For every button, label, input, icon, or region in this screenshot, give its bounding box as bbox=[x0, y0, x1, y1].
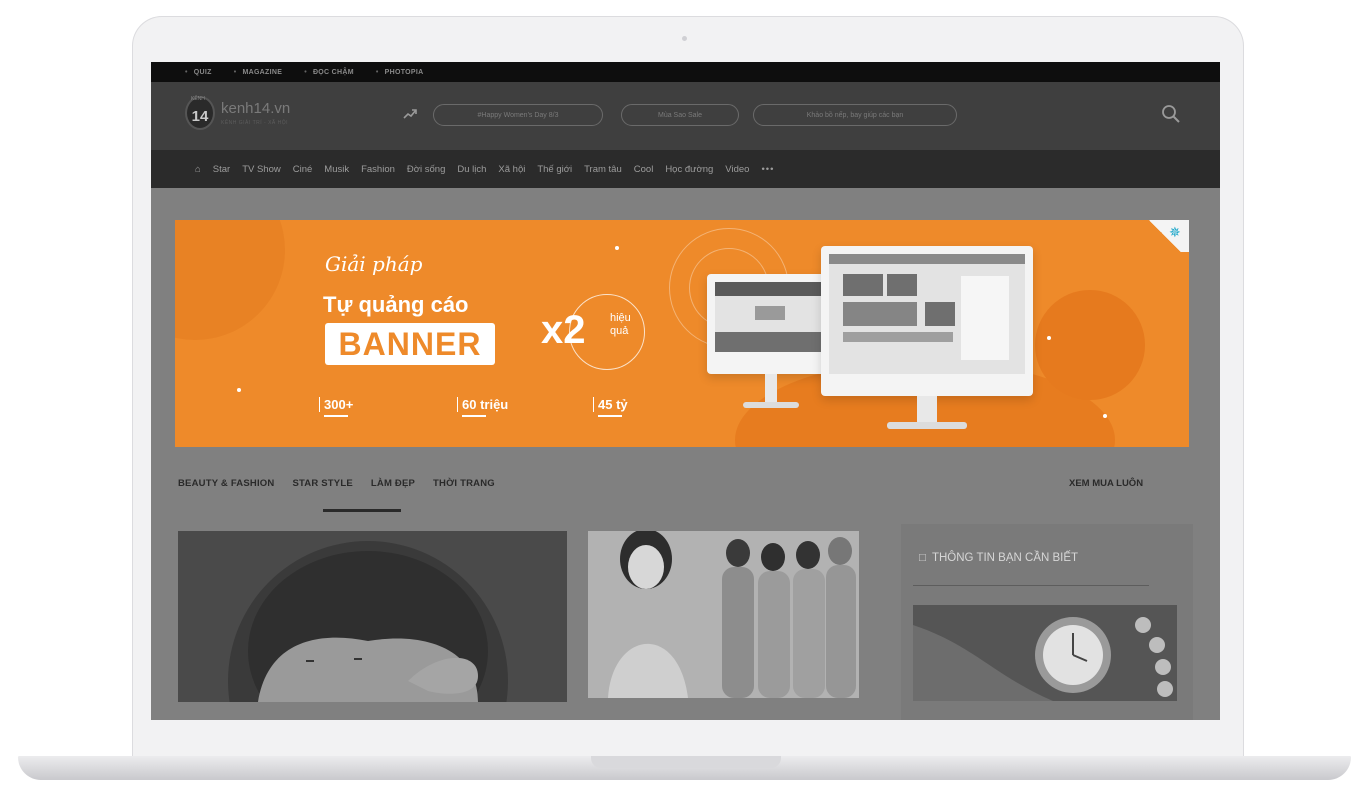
banner-multiplier-note: hiệu quả bbox=[610, 312, 631, 337]
nav-item-video[interactable]: Video bbox=[725, 164, 749, 175]
nav-item-fashion[interactable]: Fashion bbox=[361, 164, 395, 175]
trending-icon bbox=[403, 108, 417, 120]
top-bar: QUIZ MAGAZINE ĐỌC CHẬM PHOTOPIA bbox=[151, 62, 1220, 82]
banner-script-text: Giải pháp bbox=[325, 252, 423, 276]
laptop-notch bbox=[591, 756, 781, 768]
nav-item-the-gioi[interactable]: Thế giới bbox=[537, 164, 572, 175]
monitor-small-stand bbox=[765, 374, 777, 404]
site-header: 14 KÊNH kenh14.vn KÊNH GIẢI TRÍ - XÃ HỘI… bbox=[151, 82, 1220, 150]
nav-item-cine[interactable]: Ciné bbox=[293, 164, 313, 175]
topbar-link-magazine[interactable]: MAGAZINE bbox=[234, 69, 283, 76]
trending-tag-womens-day[interactable]: #Happy Women's Day 8/3 bbox=[433, 104, 603, 126]
topbar-link-doc-cham[interactable]: ĐỌC CHẬM bbox=[304, 69, 354, 76]
nav-item-hoc-duong[interactable]: Học đường bbox=[665, 164, 713, 175]
banner-ad[interactable]: Giải pháp Tự quảng cáo BANNER x2 hiệu qu… bbox=[175, 220, 1189, 447]
active-tab-indicator bbox=[323, 509, 401, 512]
webcam bbox=[682, 36, 687, 41]
nav-item-cool[interactable]: Cool bbox=[634, 164, 654, 175]
adchoice-corner bbox=[1141, 220, 1189, 252]
site-subtitle: KÊNH GIẢI TRÍ - XÃ HỘI bbox=[221, 120, 289, 126]
article-card-image-group[interactable] bbox=[588, 531, 859, 698]
section-tabs: BEAUTY & FASHION STAR STYLE LÀM ĐẸP THỜI… bbox=[178, 478, 495, 489]
tab-beauty-fashion[interactable]: BEAUTY & FASHION bbox=[178, 478, 274, 489]
nav-item-tv-show[interactable]: TV Show bbox=[242, 164, 281, 175]
nav-item-star[interactable]: Star bbox=[213, 164, 230, 175]
trending-tag-khao[interactable]: Khảo bồ nếp, bay giúp các bạn bbox=[753, 104, 957, 126]
banner-decor-circle bbox=[1035, 290, 1145, 400]
adchoice-icon[interactable]: ✵ bbox=[1169, 224, 1181, 241]
trending-tag-sale[interactable]: Mùa Sao Sale bbox=[621, 104, 739, 126]
banner-stat-1: 300+ bbox=[319, 397, 353, 417]
banner-dot bbox=[1047, 336, 1051, 340]
main-nav: ⌂ Star TV Show Ciné Musik Fashion Đời số… bbox=[151, 150, 1220, 188]
nav-item-musik[interactable]: Musik bbox=[324, 164, 349, 175]
banner-headline: Tự quảng cáo bbox=[323, 292, 469, 317]
banner-decor-blob bbox=[175, 220, 285, 340]
monitor-small-illustration bbox=[707, 274, 835, 374]
banner-label-box: BANNER bbox=[325, 323, 495, 365]
search-icon[interactable] bbox=[1161, 104, 1181, 124]
topbar-link-photopia[interactable]: PHOTOPIA bbox=[376, 69, 424, 76]
sidebar-divider bbox=[913, 585, 1149, 586]
nav-item-tram-tau[interactable]: Tram tâu bbox=[584, 164, 622, 175]
monitor-small-base bbox=[743, 402, 799, 408]
banner-dot bbox=[615, 246, 619, 250]
tab-lam-dep[interactable]: LÀM ĐẸP bbox=[371, 478, 415, 489]
laptop-screen: QUIZ MAGAZINE ĐỌC CHẬM PHOTOPIA 14 KÊNH … bbox=[151, 62, 1220, 720]
banner-dot bbox=[1103, 414, 1107, 418]
see-more-link[interactable]: XEM MUA LUÔN bbox=[1069, 478, 1143, 489]
info-icon: □ bbox=[919, 552, 926, 564]
sidebar-title: □ THÔNG TIN BẠN CẦN BIẾT bbox=[919, 552, 1078, 564]
nav-item-doi-song[interactable]: Đời sống bbox=[407, 164, 445, 175]
logo-number: 14 bbox=[191, 107, 209, 125]
site-name[interactable]: kenh14.vn bbox=[221, 100, 290, 117]
sidebar-title-text: THÔNG TIN BẠN CẦN BIẾT bbox=[931, 552, 1079, 564]
banner-stat-3: 45 tỷ bbox=[593, 397, 628, 417]
tab-star-style[interactable]: STAR STYLE bbox=[292, 478, 352, 489]
tab-thoi-trang[interactable]: THỜI TRANG bbox=[433, 478, 495, 489]
monitor-large-illustration bbox=[821, 246, 1033, 396]
home-icon[interactable]: ⌂ bbox=[195, 164, 201, 175]
nav-item-xa-hoi[interactable]: Xã hội bbox=[498, 164, 525, 175]
banner-dot bbox=[237, 388, 241, 392]
article-card-image[interactable] bbox=[178, 531, 567, 702]
more-icon[interactable]: ••• bbox=[761, 164, 774, 175]
logo-small-text: KÊNH bbox=[191, 96, 205, 102]
banner-multiplier: x2 bbox=[541, 308, 586, 352]
monitor-large-base bbox=[887, 422, 967, 429]
sidebar-article-image[interactable] bbox=[913, 605, 1177, 701]
banner-stat-2: 60 triệu bbox=[457, 397, 508, 417]
nav-item-du-lich[interactable]: Du lịch bbox=[457, 164, 486, 175]
topbar-link-quiz[interactable]: QUIZ bbox=[185, 69, 212, 76]
